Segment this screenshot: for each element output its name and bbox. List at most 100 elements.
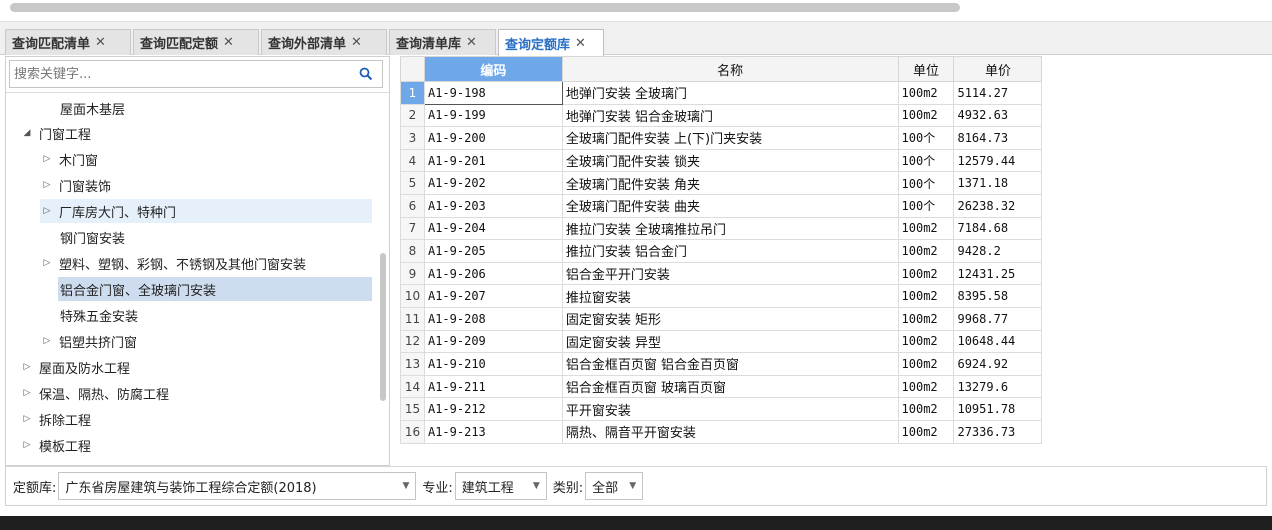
unit-cell[interactable]: 100m2: [897, 284, 955, 308]
price-cell[interactable]: 27336.73: [953, 419, 1043, 444]
unit-cell[interactable]: 100m2: [897, 261, 955, 286]
tree-node-selected[interactable]: 铝合金门窗、全玻璃门安装: [58, 277, 372, 301]
unit-cell[interactable]: 100个: [897, 193, 955, 218]
tree-node[interactable]: ▷ 拆除工程: [20, 407, 91, 431]
unit-cell[interactable]: 100m2: [897, 216, 955, 241]
tree-node[interactable]: 屋面木基层: [60, 96, 125, 120]
code-cell[interactable]: A1-9-201: [423, 148, 563, 173]
close-icon[interactable]: ✕: [95, 35, 106, 50]
tree-node-door-window[interactable]: ◢ 门窗工程: [20, 121, 91, 145]
name-cell[interactable]: 固定窗安装 异型: [561, 329, 899, 354]
unit-cell[interactable]: 100m2: [897, 81, 955, 105]
expand-arrow-icon[interactable]: ◢: [20, 128, 34, 138]
column-header-code[interactable]: 编码: [423, 56, 563, 82]
chevron-down-icon[interactable]: ▼: [402, 481, 409, 491]
table-row[interactable]: 13 A1-9-210 铝合金框百页窗 铝合金百页窗 100m2 6924.92: [400, 352, 1270, 376]
tab-match-quota[interactable]: 查询匹配定额 ✕: [133, 29, 259, 55]
expand-arrow-icon[interactable]: ▷: [40, 206, 54, 216]
tree-node[interactable]: ▷ 门窗装饰: [40, 173, 111, 197]
tree-node[interactable]: ▷ 塑料、塑钢、彩钢、不锈钢及其他门窗安装: [40, 251, 306, 275]
price-cell[interactable]: 9968.77: [953, 306, 1043, 331]
tab-quota-library[interactable]: 查询定额库 ✕: [498, 29, 604, 56]
unit-cell[interactable]: 100个: [897, 171, 955, 195]
unit-cell[interactable]: 100m2: [897, 374, 955, 399]
name-cell[interactable]: 推拉门安装 全玻璃推拉吊门: [561, 216, 899, 241]
price-cell[interactable]: 1371.18: [953, 171, 1043, 195]
unit-cell[interactable]: 100个: [897, 148, 955, 173]
tree-node[interactable]: ▷ 铝塑共挤门窗: [40, 329, 137, 353]
expand-arrow-icon[interactable]: ▷: [40, 258, 54, 268]
tree-node[interactable]: ▷ 模板工程: [20, 433, 91, 457]
expand-arrow-icon[interactable]: ▷: [40, 336, 54, 346]
table-row[interactable]: 1 A1-9-198 地弹门安装 全玻璃门 100m2 5114.27: [400, 81, 1270, 105]
category-dropdown[interactable]: 全部 ▼: [585, 472, 644, 500]
tab-external-list[interactable]: 查询外部清单 ✕: [261, 29, 387, 55]
library-dropdown[interactable]: 广东省房屋建筑与装饰工程综合定额(2018) ▼: [58, 472, 417, 500]
name-cell[interactable]: 平开窗安装: [561, 397, 899, 421]
name-cell[interactable]: 铝合金框百页窗 玻璃百页窗: [561, 374, 899, 399]
close-icon[interactable]: ✕: [575, 36, 586, 51]
close-icon[interactable]: ✕: [466, 35, 477, 50]
expand-arrow-icon[interactable]: ▷: [40, 154, 54, 164]
table-row[interactable]: 12 A1-9-209 固定窗安装 异型 100m2 10648.44: [400, 329, 1270, 354]
name-cell[interactable]: 推拉窗安装: [561, 284, 899, 308]
name-cell[interactable]: 隔热、隔音平开窗安装: [561, 419, 899, 444]
name-cell[interactable]: 固定窗安装 矩形: [561, 306, 899, 331]
tree-node[interactable]: ▷ 木门窗: [40, 147, 98, 171]
close-icon[interactable]: ✕: [351, 35, 362, 50]
price-cell[interactable]: 8395.58: [953, 284, 1043, 308]
tree-node-hovered[interactable]: ▷ 厂库房大门、特种门: [40, 199, 372, 223]
code-cell[interactable]: A1-9-200: [423, 126, 563, 150]
tab-match-list[interactable]: 查询匹配清单 ✕: [5, 29, 131, 55]
name-cell[interactable]: 铝合金框百页窗 铝合金百页窗: [561, 352, 899, 376]
tab-list-library[interactable]: 查询清单库 ✕: [389, 29, 496, 55]
price-cell[interactable]: 10951.78: [953, 397, 1043, 421]
price-cell[interactable]: 8164.73: [953, 126, 1043, 150]
column-header-name[interactable]: 名称: [561, 56, 899, 82]
table-row[interactable]: 4 A1-9-201 全玻璃门配件安装 锁夹 100个 12579.44: [400, 148, 1270, 173]
code-cell[interactable]: A1-9-204: [423, 216, 563, 241]
close-icon[interactable]: ✕: [223, 35, 234, 50]
table-row[interactable]: 7 A1-9-204 推拉门安装 全玻璃推拉吊门 100m2 7184.68: [400, 216, 1270, 241]
price-cell[interactable]: 6924.92: [953, 352, 1043, 376]
name-cell[interactable]: 全玻璃门配件安装 上(下)门夹安装: [561, 126, 899, 150]
price-cell[interactable]: 26238.32: [953, 193, 1043, 218]
search-icon[interactable]: [359, 67, 373, 81]
code-cell[interactable]: A1-9-210: [423, 352, 563, 376]
price-cell[interactable]: 12579.44: [953, 148, 1043, 173]
tree-node[interactable]: 特殊五金安装: [60, 303, 138, 327]
code-cell[interactable]: A1-9-202: [423, 171, 563, 195]
column-header-price[interactable]: 单价: [953, 56, 1043, 82]
unit-cell[interactable]: 100m2: [897, 306, 955, 331]
chevron-down-icon[interactable]: ▼: [533, 481, 540, 491]
scrollbar-thumb[interactable]: [10, 3, 960, 12]
column-header-unit[interactable]: 单位: [897, 56, 955, 82]
name-cell[interactable]: 铝合金平开门安装: [561, 261, 899, 286]
expand-arrow-icon[interactable]: ▷: [20, 440, 34, 450]
expand-arrow-icon[interactable]: ▷: [20, 414, 34, 424]
price-cell[interactable]: 9428.2: [953, 239, 1043, 263]
code-cell[interactable]: A1-9-209: [423, 329, 563, 354]
name-cell[interactable]: 全玻璃门配件安装 角夹: [561, 171, 899, 195]
search-input[interactable]: [14, 63, 354, 85]
name-cell[interactable]: 全玻璃门配件安装 锁夹: [561, 148, 899, 173]
table-row[interactable]: 5 A1-9-202 全玻璃门配件安装 角夹 100个 1371.18: [400, 171, 1270, 195]
expand-arrow-icon[interactable]: ▷: [20, 388, 34, 398]
code-cell[interactable]: A1-9-208: [423, 306, 563, 331]
unit-cell[interactable]: 100m2: [897, 103, 955, 128]
unit-cell[interactable]: 100个: [897, 126, 955, 150]
table-row[interactable]: 8 A1-9-205 推拉门安装 铝合金门 100m2 9428.2: [400, 239, 1270, 263]
table-row[interactable]: 11 A1-9-208 固定窗安装 矩形 100m2 9968.77: [400, 306, 1270, 331]
name-cell[interactable]: 推拉门安装 铝合金门: [561, 239, 899, 263]
table-row[interactable]: 9 A1-9-206 铝合金平开门安装 100m2 12431.25: [400, 261, 1270, 286]
table-row[interactable]: 3 A1-9-200 全玻璃门配件安装 上(下)门夹安装 100个 8164.7…: [400, 126, 1270, 150]
table-row[interactable]: 14 A1-9-211 铝合金框百页窗 玻璃百页窗 100m2 13279.6: [400, 374, 1270, 399]
code-cell[interactable]: A1-9-206: [423, 261, 563, 286]
code-cell[interactable]: A1-9-212: [423, 397, 563, 421]
table-row[interactable]: 6 A1-9-203 全玻璃门配件安装 曲夹 100个 26238.32: [400, 193, 1270, 218]
table-row[interactable]: 16 A1-9-213 隔热、隔音平开窗安装 100m2 27336.73: [400, 419, 1270, 444]
unit-cell[interactable]: 100m2: [897, 397, 955, 421]
price-cell[interactable]: 12431.25: [953, 261, 1043, 286]
price-cell[interactable]: 10648.44: [953, 329, 1043, 354]
table-row[interactable]: 2 A1-9-199 地弹门安装 铝合金玻璃门 100m2 4932.63: [400, 103, 1270, 128]
